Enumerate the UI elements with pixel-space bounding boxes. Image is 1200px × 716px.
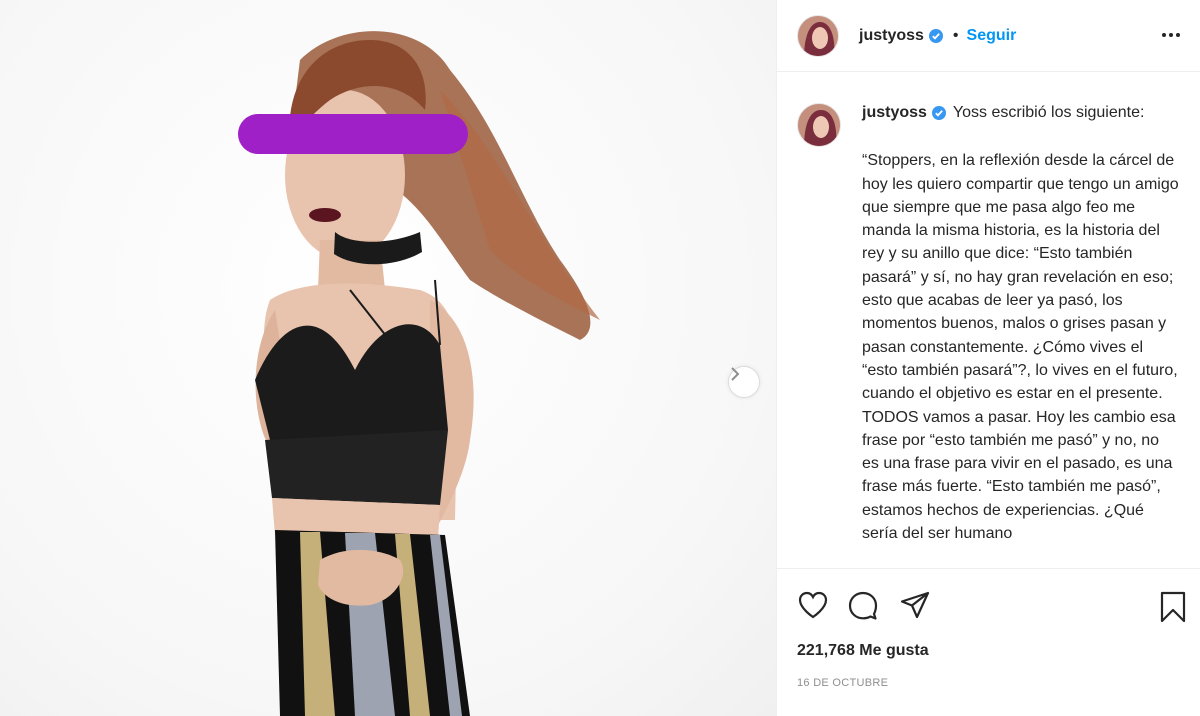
post-header: justyoss • Seguir: [777, 0, 1200, 72]
heart-icon[interactable]: [797, 590, 829, 625]
comment-icon[interactable]: [847, 590, 879, 625]
caption-head: justyoss Yoss escribió los siguiente:: [862, 101, 1180, 124]
follow-button[interactable]: Seguir: [967, 27, 1017, 45]
censor-bar: [238, 114, 468, 154]
avatar[interactable]: [797, 103, 841, 147]
separator-dot: •: [952, 26, 959, 44]
username-link[interactable]: justyoss: [859, 27, 924, 45]
caption-intro: Yoss escribió los siguiente:: [952, 104, 1145, 121]
avatar[interactable]: [797, 14, 839, 57]
verified-badge-icon: [931, 105, 946, 120]
paper-plane-icon[interactable]: [899, 590, 931, 625]
username-link[interactable]: justyoss: [862, 101, 927, 124]
bookmark-icon[interactable]: [1159, 590, 1187, 629]
more-options-icon[interactable]: [1160, 24, 1182, 51]
model-photo: [238, 31, 600, 716]
caption-body: justyoss Yoss escribió los siguiente: “S…: [862, 101, 1180, 545]
caption-area[interactable]: justyoss Yoss escribió los siguiente: “S…: [777, 73, 1200, 568]
likes-count[interactable]: 221,768 Me gusta: [797, 642, 929, 660]
post-photo[interactable]: [0, 0, 776, 716]
post-side-panel: justyoss • Seguir justyoss Yoss escribió…: [776, 0, 1200, 716]
action-bar: [777, 568, 1200, 642]
caption-comment: justyoss Yoss escribió los siguiente: “S…: [797, 101, 1180, 545]
verified-badge-icon: [928, 28, 943, 43]
caption-text: “Stoppers, en la reflexión desde la cárc…: [862, 152, 1179, 543]
post-date[interactable]: 16 DE OCTUBRE: [797, 677, 888, 689]
next-photo-button[interactable]: [728, 366, 760, 398]
